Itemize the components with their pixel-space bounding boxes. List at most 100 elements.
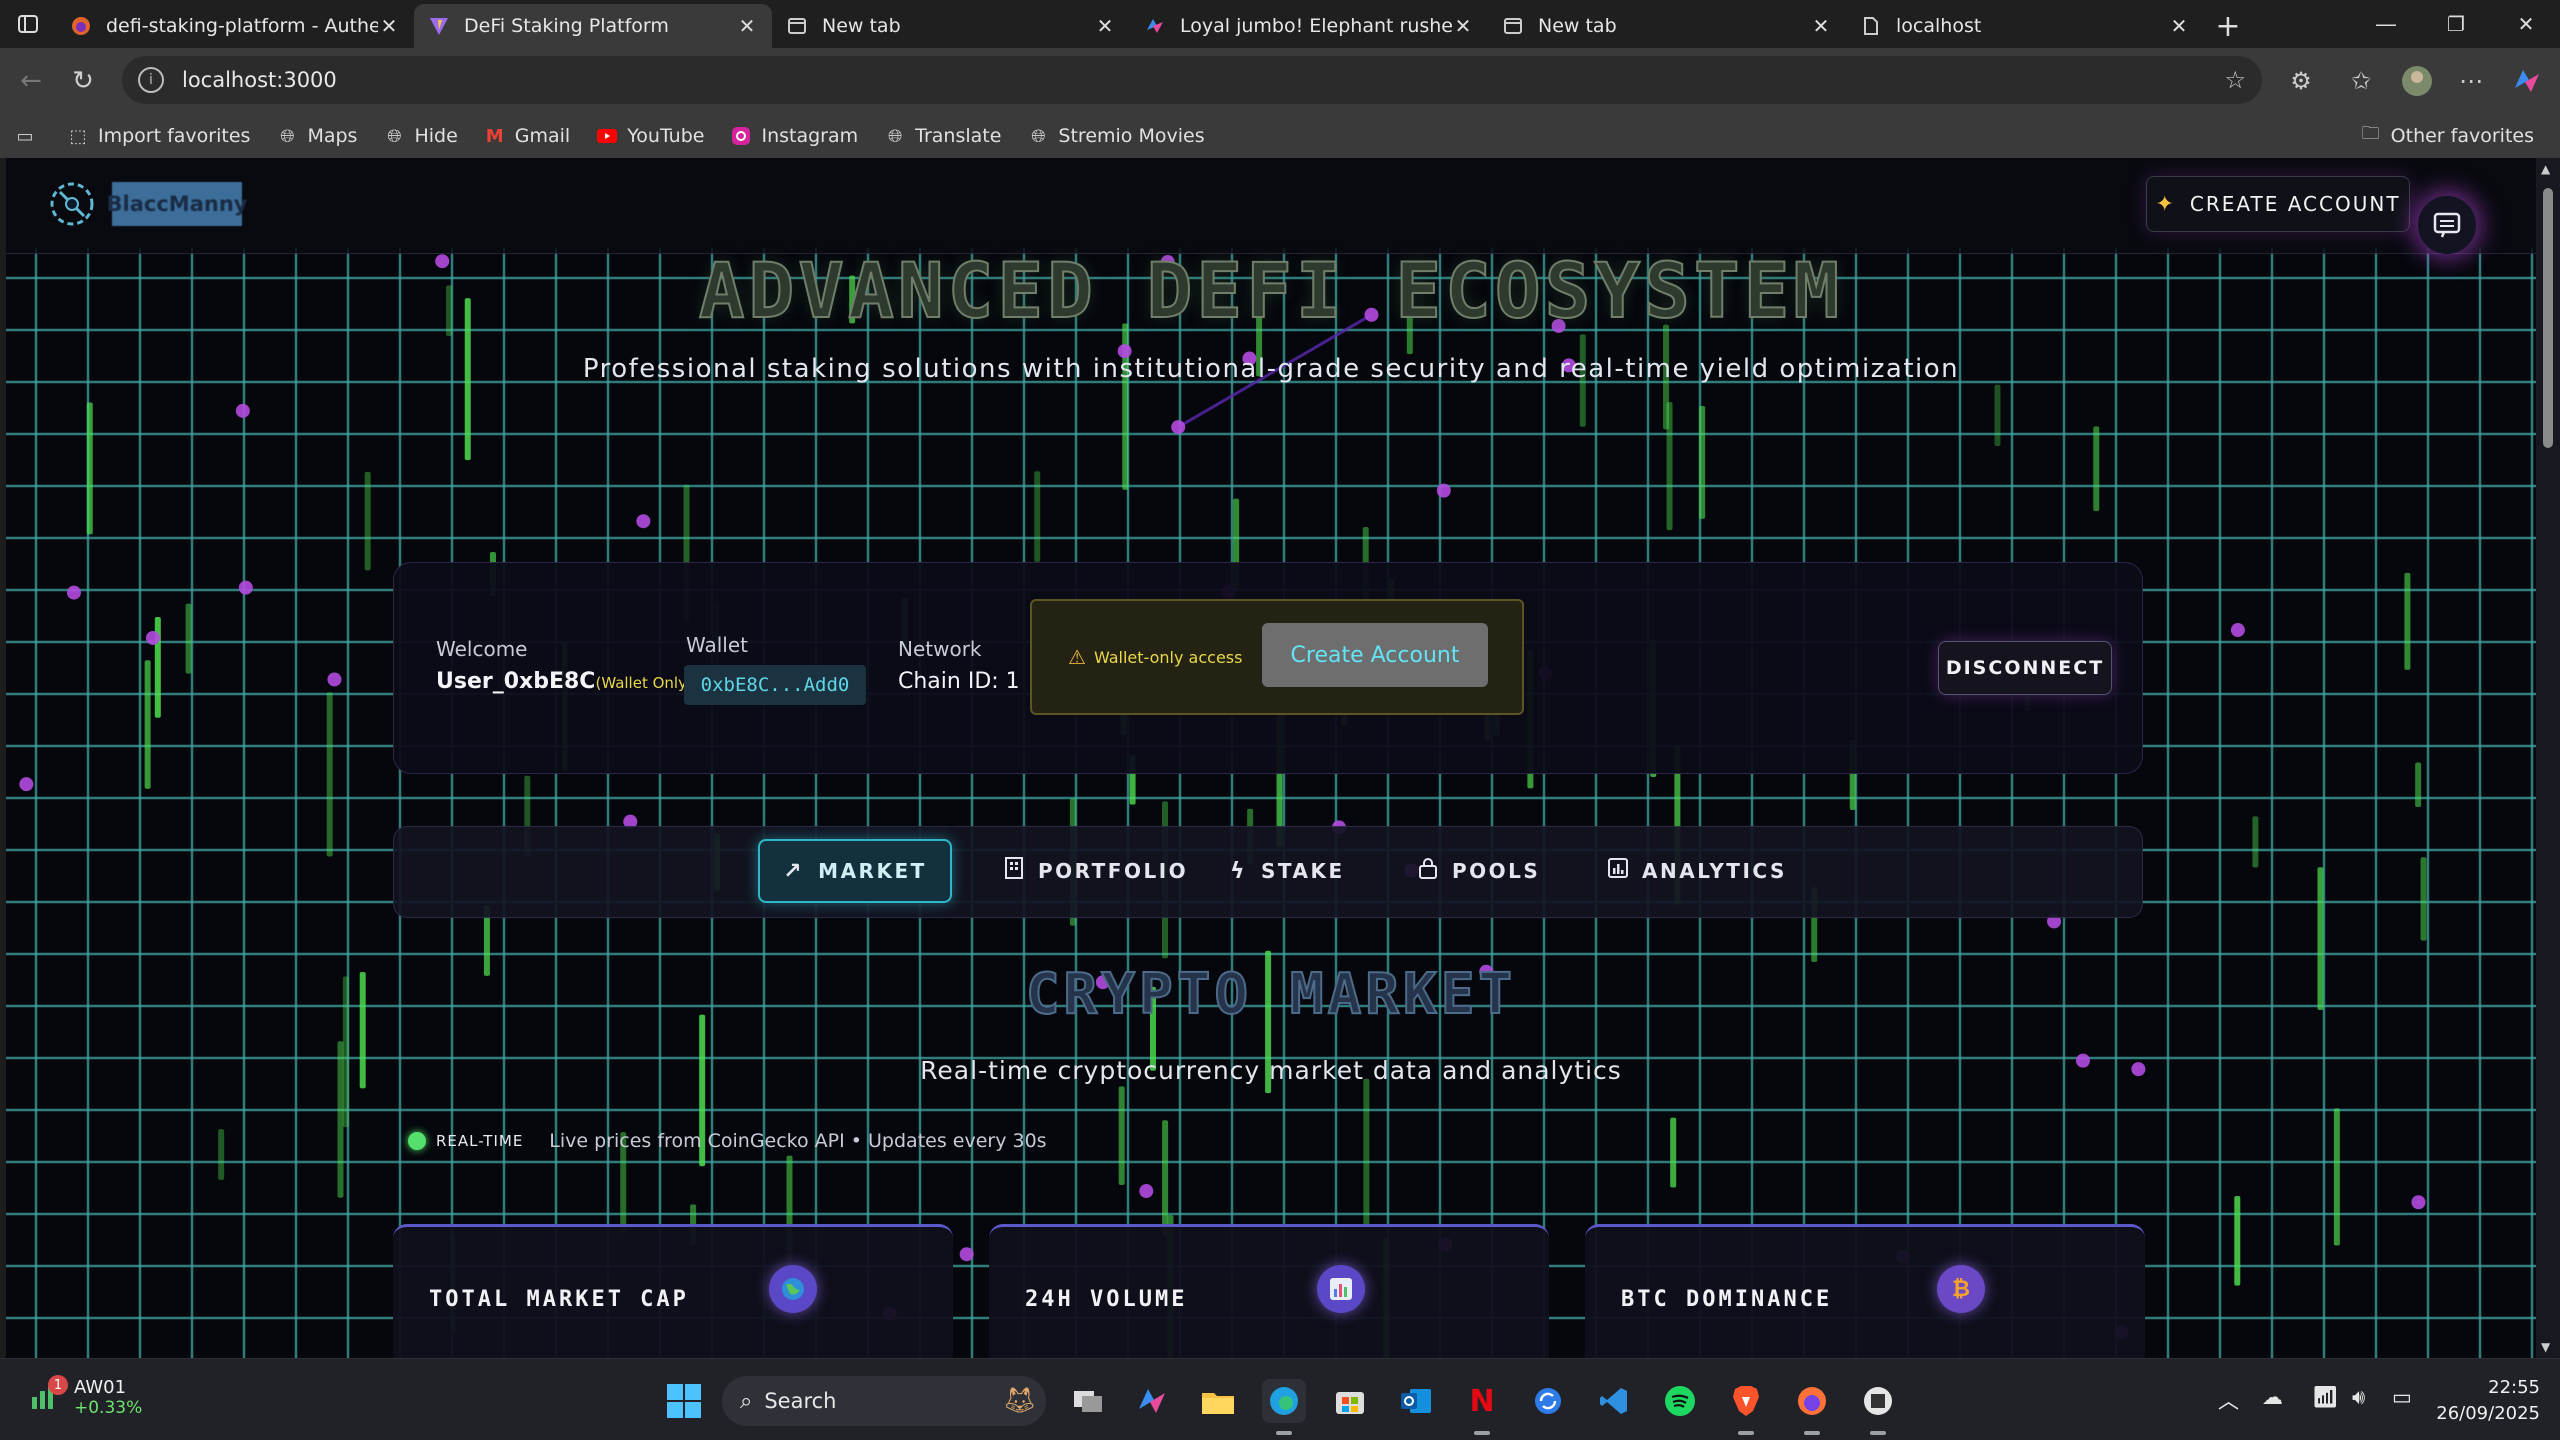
new-tab-button[interactable]: + [2204, 4, 2252, 48]
hero-subtitle: Professional staking solutions with inst… [582, 354, 1960, 384]
workspaces-icon[interactable] [0, 0, 56, 48]
bookmark-maps[interactable]: 🌐︎ Maps [276, 125, 357, 147]
extensions-icon[interactable]: ⚙ [2282, 62, 2320, 100]
system-clock[interactable]: 22:55 26/09/2025 [2436, 1375, 2540, 1427]
brave-icon[interactable] [1724, 1379, 1768, 1435]
close-icon[interactable]: ✕ [1094, 14, 1116, 38]
close-icon[interactable]: ✕ [1810, 14, 1832, 38]
taskbar-search[interactable]: ⌕ Search 🦊︎ [722, 1376, 1046, 1426]
copilot-icon[interactable] [2508, 62, 2546, 100]
browser-tab[interactable]: localhost ✕ [1846, 4, 2204, 48]
restore-button[interactable]: ❐ [2422, 0, 2490, 48]
wallet-status-panel: Welcome User_0xbE8C(Wallet Only) Wallet … [393, 562, 2143, 774]
live-indicator-dot [408, 1132, 426, 1150]
firefox-app-icon[interactable] [1790, 1379, 1834, 1435]
close-window-button[interactable]: ✕ [2492, 0, 2560, 48]
tray-chevron-icon[interactable]: ︿ [2218, 1385, 2239, 1415]
store-icon[interactable] [1328, 1379, 1372, 1423]
volume-icon[interactable]: 🔊︎ [2352, 1385, 2365, 1410]
network-node [2411, 1195, 2426, 1210]
access-warning-text: Wallet-only access [1093, 647, 1243, 667]
tab-title: Loyal jumbo! Elephant rushes to s [1180, 15, 1452, 37]
bitcoin-icon: ₿ [1937, 1265, 1985, 1313]
tab-analytics[interactable]: ANALYTICS [1608, 839, 1787, 903]
create-account-inline-button[interactable]: Create Account [1262, 623, 1488, 687]
disconnect-button[interactable]: DISCONNECT [1938, 641, 2112, 695]
stock-change: +0.33% [74, 1398, 143, 1418]
vscode-icon[interactable] [1592, 1379, 1636, 1423]
bookmark-translate[interactable]: 🌐︎ Translate [884, 125, 1001, 147]
bookmark-youtube[interactable]: YouTube [596, 125, 704, 147]
netflix-icon[interactable]: N [1460, 1379, 1504, 1435]
edge-browser-icon[interactable] [1262, 1379, 1306, 1435]
wifi-icon[interactable]: 📶︎ [2312, 1385, 2339, 1410]
reading-list-icon[interactable]: ▭ [14, 125, 45, 147]
create-account-button[interactable]: ✦ CREATE ACCOUNT [2146, 176, 2410, 232]
matrix-streak [326, 692, 333, 857]
copilot-icon [1144, 15, 1166, 37]
bookmark-import-favorites[interactable]: ⬚ Import favorites [67, 125, 250, 147]
matrix-streak [185, 603, 192, 674]
spotify-icon[interactable] [1658, 1379, 1702, 1423]
wallet-address-chip[interactable]: 0xbE8C...Add0 [684, 665, 866, 705]
matrix-streak [86, 402, 93, 535]
file-explorer-icon[interactable] [1196, 1379, 1240, 1423]
bookmark-gmail[interactable]: M Gmail [484, 125, 570, 147]
task-view-icon[interactable] [1066, 1379, 1110, 1423]
favorites-icon[interactable]: ✩ [2342, 62, 2380, 100]
address-bar[interactable]: i localhost:3000 ☆ [122, 56, 2262, 104]
close-icon[interactable]: ✕ [378, 14, 400, 38]
network-value: Chain ID: 1 [898, 669, 1020, 694]
scrollbar-thumb[interactable] [2543, 188, 2553, 448]
realtime-description: Live prices from CoinGecko API • Updates… [549, 1130, 1047, 1152]
app-window-icon[interactable] [1856, 1379, 1900, 1435]
close-icon[interactable]: ✕ [2168, 14, 2190, 38]
close-icon[interactable]: ✕ [736, 14, 758, 38]
bookmark-hide[interactable]: 🌐︎ Hide [383, 125, 458, 147]
bookmark-instagram[interactable]: Instagram [730, 125, 858, 147]
matrix-streak [1363, 1078, 1370, 1229]
browser-tab[interactable]: New tab ✕ [772, 4, 1130, 48]
brand-name[interactable]: BlaccManny [107, 182, 247, 226]
tab-market[interactable]: ↗ MARKET [758, 839, 952, 903]
stock-widget[interactable]: 1 AW01 +0.33% [28, 1375, 143, 1418]
browser-tab-active[interactable]: DeFi Staking Platform ✕ [414, 4, 772, 48]
browser-tab[interactable]: defi-staking-platform - Authentic ✕ [56, 4, 414, 48]
page-scrollbar[interactable]: ▲ ▼ [2536, 158, 2560, 1358]
start-button[interactable] [662, 1379, 706, 1423]
site-info-icon[interactable]: i [138, 67, 164, 93]
network-node [2230, 623, 2245, 638]
logo-icon[interactable] [42, 174, 102, 234]
close-icon[interactable]: ✕ [1452, 14, 1474, 38]
tab-portfolio[interactable]: PORTFOLIO [1004, 839, 1188, 903]
refresh-button[interactable]: ↻ [62, 60, 104, 102]
outlook-icon[interactable] [1394, 1379, 1438, 1423]
stat-card-title: TOTAL MARKET CAP [429, 1287, 689, 1312]
matrix-streak [218, 1129, 225, 1180]
realtime-status: REAL-TIME Live prices from CoinGecko API… [408, 1130, 1047, 1152]
tab-label: MARKET [818, 859, 927, 883]
bookmark-label: Hide [414, 125, 458, 147]
back-button[interactable]: ← [10, 60, 52, 102]
tab-title: localhost [1896, 15, 1982, 37]
notification-badge: 1 [48, 1375, 68, 1395]
browser-tab[interactable]: Loyal jumbo! Elephant rushes to s ✕ [1130, 4, 1488, 48]
sync-icon[interactable] [1526, 1379, 1570, 1423]
firefox-icon [70, 15, 92, 37]
copilot-app-icon[interactable] [1130, 1379, 1174, 1423]
matrix-streak [2420, 857, 2427, 941]
tab-label: ANALYTICS [1642, 859, 1787, 883]
other-favorites[interactable]: 🗀 Other favorites [2360, 123, 2534, 147]
more-menu-icon[interactable]: ⋯ [2452, 62, 2490, 100]
tab-stake[interactable]: ϟ STAKE [1230, 839, 1345, 903]
onedrive-icon[interactable]: ☁ [2262, 1385, 2283, 1409]
tab-pools[interactable]: POOLS [1418, 839, 1540, 903]
bookmark-label: Translate [915, 125, 1002, 147]
favorite-star-icon[interactable]: ☆ [2224, 66, 2246, 94]
profile-avatar[interactable] [2398, 62, 2436, 100]
browser-tab[interactable]: New tab ✕ [1488, 4, 1846, 48]
minimize-button[interactable]: ― [2352, 0, 2420, 48]
network-node [1436, 483, 1451, 498]
bookmark-stremio[interactable]: 🌐︎ Stremio Movies [1027, 125, 1204, 147]
battery-icon[interactable]: ▭ [2392, 1385, 2412, 1409]
